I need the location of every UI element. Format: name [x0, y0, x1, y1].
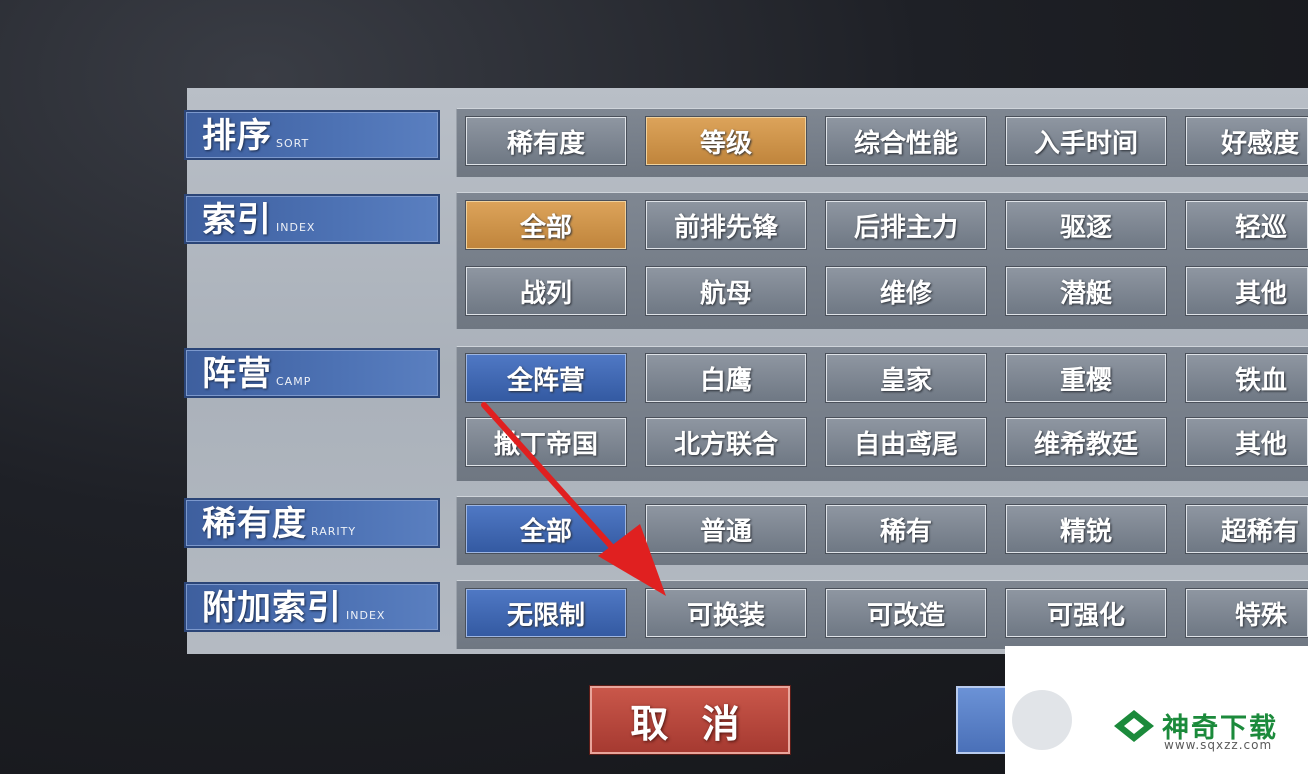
label-index-cn: 索引: [202, 200, 272, 240]
camp-option-all[interactable]: 全阵营: [465, 353, 627, 403]
camp-option-sakura[interactable]: 重樱: [1005, 353, 1167, 403]
label-sort-en: SORT: [276, 137, 310, 150]
label-extra-index-en: INDEX: [346, 609, 386, 622]
rarity-option-super-rare[interactable]: 超稀有: [1185, 504, 1308, 554]
extra-index-option-enhance[interactable]: 可强化: [1005, 588, 1167, 638]
sort-option-acquired[interactable]: 入手时间: [1005, 116, 1167, 166]
index-option-repair[interactable]: 维修: [825, 266, 987, 316]
label-camp-en: CAMP: [276, 375, 312, 388]
camp-option-vichya[interactable]: 维希教廷: [1005, 417, 1167, 467]
label-rarity-cn: 稀有度: [202, 504, 307, 544]
rarity-option-rare[interactable]: 稀有: [825, 504, 987, 554]
index-option-light-cruiser[interactable]: 轻巡: [1185, 200, 1308, 250]
camp-option-eagle-union[interactable]: 白鹰: [645, 353, 807, 403]
rarity-option-all[interactable]: 全部: [465, 504, 627, 554]
extra-index-option-retrofit-skin[interactable]: 可换装: [645, 588, 807, 638]
extra-index-option-retrofit[interactable]: 可改造: [825, 588, 987, 638]
camp-option-other[interactable]: 其他: [1185, 417, 1308, 467]
index-option-battleship[interactable]: 战列: [465, 266, 627, 316]
camp-option-royal-navy[interactable]: 皇家: [825, 353, 987, 403]
index-option-main[interactable]: 后排主力: [825, 200, 987, 250]
label-camp: 阵营 CAMP: [184, 348, 440, 398]
label-rarity: 稀有度 RARITY: [184, 498, 440, 548]
camp-option-iron-blood[interactable]: 铁血: [1185, 353, 1308, 403]
green-diamond-logo-icon: [1114, 710, 1154, 742]
camp-option-sardegna[interactable]: 撒丁帝国: [465, 417, 627, 467]
index-option-vanguard[interactable]: 前排先锋: [645, 200, 807, 250]
camp-option-iris-libre[interactable]: 自由鸢尾: [825, 417, 987, 467]
index-option-all[interactable]: 全部: [465, 200, 627, 250]
sort-option-level[interactable]: 等级: [645, 116, 807, 166]
label-camp-cn: 阵营: [202, 354, 272, 394]
label-sort-cn: 排序: [202, 116, 272, 156]
label-index-en: INDEX: [276, 221, 316, 234]
sort-option-rarity[interactable]: 稀有度: [465, 116, 627, 166]
label-extra-index-cn: 附加索引: [202, 588, 342, 628]
rarity-option-common[interactable]: 普通: [645, 504, 807, 554]
label-extra-index: 附加索引 INDEX: [184, 582, 440, 632]
extra-index-option-special[interactable]: 特殊: [1185, 588, 1308, 638]
label-index: 索引 INDEX: [184, 194, 440, 244]
sort-option-overall[interactable]: 综合性能: [825, 116, 987, 166]
index-option-destroyer[interactable]: 驱逐: [1005, 200, 1167, 250]
camp-option-northern-parliament[interactable]: 北方联合: [645, 417, 807, 467]
label-sort: 排序 SORT: [184, 110, 440, 160]
sort-option-affinity[interactable]: 好感度: [1185, 116, 1308, 166]
watermark-bear-icon: [1012, 690, 1072, 750]
label-rarity-en: RARITY: [311, 525, 357, 538]
index-option-other[interactable]: 其他: [1185, 266, 1308, 316]
index-option-carrier[interactable]: 航母: [645, 266, 807, 316]
index-option-submarine[interactable]: 潜艇: [1005, 266, 1167, 316]
cancel-button[interactable]: 取 消: [589, 685, 791, 755]
rarity-option-elite[interactable]: 精锐: [1005, 504, 1167, 554]
watermark-url: www.sqxzz.com: [1164, 738, 1273, 752]
extra-index-option-unlimited[interactable]: 无限制: [465, 588, 627, 638]
